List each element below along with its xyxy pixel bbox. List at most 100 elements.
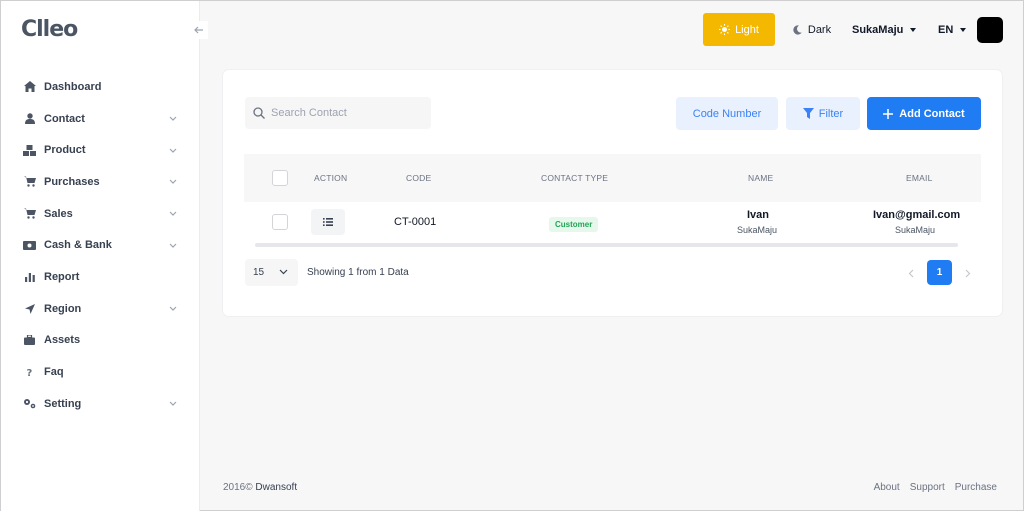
sidebar-item-cash-bank[interactable]: Cash & Bank — [1, 229, 200, 261]
page-size-select[interactable]: 15 — [245, 259, 298, 286]
language-code: EN — [938, 23, 954, 36]
sidebar-item-label: Product — [44, 144, 86, 157]
logo[interactable]: Clleo — [21, 15, 78, 43]
boxes-icon — [23, 144, 36, 157]
light-theme-button[interactable]: Light — [703, 13, 775, 46]
next-page-button[interactable] — [961, 260, 975, 286]
dark-theme-label: Dark — [807, 23, 832, 36]
contact-type-badge: Customer — [549, 217, 599, 232]
sidebar-item-label: Setting — [44, 397, 82, 410]
sidebar-item-assets[interactable]: Assets — [1, 325, 200, 357]
question-icon: ? — [23, 366, 36, 379]
plus-icon — [883, 108, 894, 119]
select-all-checkbox[interactable] — [272, 170, 288, 186]
footer-company: Dwansoft — [255, 482, 298, 493]
chevron-down-icon — [168, 177, 178, 187]
search-icon — [253, 107, 265, 119]
sidebar-item-label: Faq — [44, 366, 64, 379]
sidebar-item-sales[interactable]: Sales — [1, 198, 200, 230]
language-dropdown[interactable]: EN — [938, 13, 967, 46]
footer-copyright: 2016© Dwansoft — [223, 482, 297, 493]
dark-theme-button[interactable]: Dark — [787, 13, 837, 46]
table-row: CT-0001 Customer Ivan SukaMaju Ivan@gmai… — [244, 204, 981, 244]
chevron-left-icon — [908, 269, 914, 277]
filter-icon — [802, 108, 814, 119]
sidebar-menu: Dashboard Contact Product Purchases Sale… — [1, 71, 200, 420]
chevron-down-icon — [168, 145, 178, 155]
page-size-value: 15 — [253, 267, 265, 278]
row-name-company: SukaMaju — [737, 225, 778, 235]
row-checkbox[interactable] — [272, 214, 288, 230]
sidebar-item-contact[interactable]: Contact — [1, 103, 200, 135]
row-email: Ivan@gmail.com — [873, 209, 961, 221]
add-contact-label: Add Contact — [899, 107, 965, 120]
caret-down-icon — [910, 27, 917, 32]
search-box — [245, 97, 431, 129]
contact-list-card: Code Number Filter Add Contact ACTION CO… — [223, 70, 1002, 316]
footer-link-support[interactable]: Support — [910, 482, 945, 493]
arrow-left-icon — [194, 26, 203, 34]
row-code: CT-0001 — [394, 216, 437, 228]
footer-link-about[interactable]: About — [874, 482, 900, 493]
money-icon — [23, 239, 36, 252]
chevron-down-icon — [168, 114, 178, 124]
location-arrow-icon — [23, 302, 36, 315]
add-contact-button[interactable]: Add Contact — [867, 97, 981, 130]
sidebar-item-label: Cash & Bank — [44, 239, 112, 252]
page-number-button[interactable]: 1 — [927, 260, 952, 285]
table-header: ACTION CODE CONTACT TYPE NAME EMAIL — [244, 154, 981, 202]
sidebar: Clleo Dashboard Contact Product Purchase… — [1, 1, 200, 511]
caret-down-icon — [960, 27, 967, 32]
sidebar-item-purchases[interactable]: Purchases — [1, 166, 200, 198]
sidebar-item-report[interactable]: Report — [1, 261, 200, 293]
header-contact-type: CONTACT TYPE — [541, 173, 609, 183]
chevron-down-icon — [279, 269, 288, 275]
row-action-button[interactable] — [311, 209, 345, 235]
chevron-down-icon — [168, 209, 178, 219]
sidebar-item-setting[interactable]: Setting — [1, 388, 200, 420]
horizontal-scrollbar[interactable] — [255, 243, 958, 247]
moon-icon — [793, 24, 802, 35]
chevron-right-icon — [965, 269, 971, 277]
collapse-sidebar-button[interactable] — [190, 21, 208, 39]
sidebar-item-dashboard[interactable]: Dashboard — [1, 71, 200, 103]
home-icon — [23, 80, 36, 93]
footer-link-purchase[interactable]: Purchase — [955, 482, 997, 493]
company-dropdown[interactable]: SukaMaju — [852, 13, 917, 46]
header-code: CODE — [406, 173, 432, 183]
sidebar-item-label: Report — [44, 270, 80, 283]
code-number-button[interactable]: Code Number — [676, 97, 778, 130]
avatar[interactable] — [977, 17, 1003, 43]
list-icon — [323, 218, 333, 226]
filter-button[interactable]: Filter — [786, 97, 860, 130]
search-input[interactable] — [271, 107, 421, 119]
code-number-label: Code Number — [692, 107, 762, 120]
sun-icon — [719, 24, 731, 35]
sidebar-item-label: Assets — [44, 334, 81, 347]
sidebar-item-label: Region — [44, 302, 82, 315]
sidebar-item-product[interactable]: Product — [1, 134, 200, 166]
user-icon — [23, 112, 36, 125]
briefcase-icon — [23, 334, 36, 347]
company-name: SukaMaju — [852, 23, 904, 36]
row-name: Ivan — [747, 209, 770, 221]
chevron-down-icon — [168, 304, 178, 314]
cart-icon — [23, 175, 36, 188]
header-email: EMAIL — [906, 173, 933, 183]
light-theme-label: Light — [735, 23, 759, 36]
sidebar-item-region[interactable]: Region — [1, 293, 200, 325]
sidebar-item-faq[interactable]: ? Faq — [1, 356, 200, 388]
cart-icon — [23, 207, 36, 220]
sidebar-item-label: Purchases — [44, 175, 100, 188]
bar-chart-icon — [23, 270, 36, 283]
footer-links: About Support Purchase — [874, 482, 997, 493]
chevron-down-icon — [168, 240, 178, 250]
prev-page-button[interactable] — [904, 260, 918, 286]
showing-text: Showing 1 from 1 Data — [307, 267, 409, 278]
logo-text: Clleo — [21, 16, 78, 42]
header-checkbox-cell — [272, 154, 288, 202]
cogs-icon — [23, 397, 36, 410]
sidebar-item-label: Contact — [44, 112, 85, 125]
footer-year: 2016© — [223, 482, 253, 493]
row-email-company: SukaMaju — [895, 225, 936, 235]
